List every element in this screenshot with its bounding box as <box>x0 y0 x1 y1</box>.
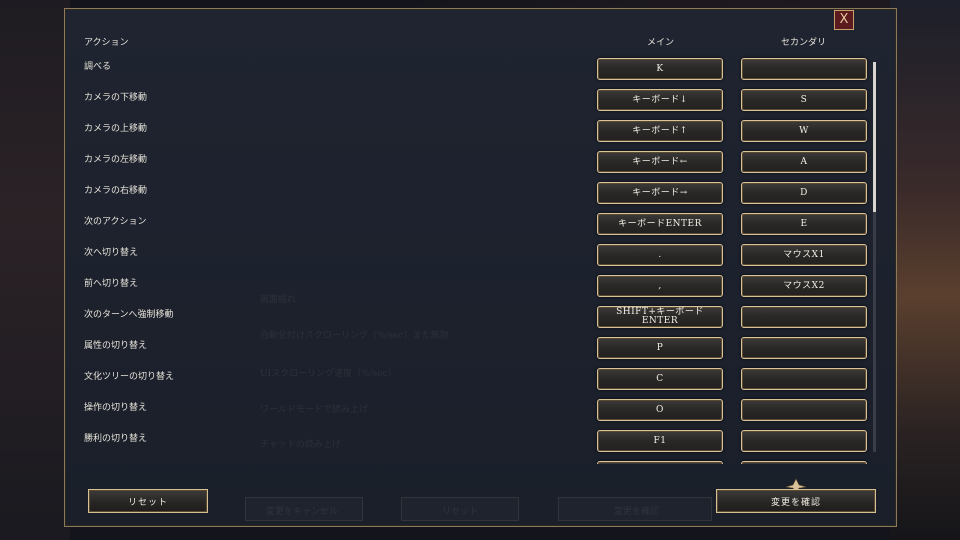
secondary-key-button-label: D <box>800 187 808 198</box>
confirm-changes-button[interactable]: 変更を確認 <box>716 489 876 513</box>
secondary-key-button[interactable] <box>741 461 867 464</box>
reset-button[interactable]: リセット <box>88 489 208 513</box>
main-key-button-label: SHIFT+キーボード ENTER <box>616 307 704 326</box>
main-key-button-label: キーボード← <box>632 156 688 167</box>
main-key-button-label: F1 <box>653 435 667 446</box>
secondary-key-button[interactable] <box>741 306 867 328</box>
main-key-button-label: , <box>658 280 662 291</box>
secondary-key-button[interactable] <box>741 399 867 421</box>
main-key-button[interactable]: P <box>597 337 723 359</box>
main-key-button[interactable] <box>597 461 723 464</box>
action-label: 調べる <box>84 62 112 72</box>
column-header-secondary: セカンダリ <box>781 38 827 48</box>
secondary-key-button[interactable]: W <box>741 120 867 142</box>
main-key-button[interactable]: キーボード↓ <box>597 89 723 111</box>
close-button[interactable]: X <box>834 10 854 30</box>
action-label: 次のターンへ強制移動 <box>84 310 174 320</box>
main-key-button[interactable]: キーボード↑ <box>597 120 723 142</box>
main-key-button-label: K <box>656 63 664 74</box>
ghost-button-label: リセット <box>442 507 479 517</box>
ghost-button-label: 変更をキャンセル <box>266 507 339 517</box>
secondary-key-button[interactable]: E <box>741 213 867 235</box>
main-key-button-label: キーボード→ <box>632 187 688 198</box>
main-key-button-label: O <box>656 404 664 415</box>
main-key-button-label: . <box>658 249 662 260</box>
action-label: 次へ切り替え <box>84 248 139 258</box>
main-key-button-label: キーボードENTER <box>618 218 702 229</box>
secondary-key-button[interactable] <box>741 337 867 359</box>
scrollbar-thumb[interactable] <box>873 62 876 212</box>
main-key-button[interactable]: O <box>597 399 723 421</box>
action-label: 前へ切り替え <box>84 279 139 289</box>
secondary-key-button[interactable] <box>741 58 867 80</box>
main-key-button[interactable]: K <box>597 58 723 80</box>
action-label: 操作の切り替え <box>84 403 148 413</box>
main-key-button-label: C <box>656 373 664 384</box>
action-label: 文化ツリーの切り替え <box>84 372 175 382</box>
secondary-key-button-label: E <box>800 218 808 229</box>
secondary-key-button[interactable]: D <box>741 182 867 204</box>
reset-button-label: リセット <box>127 497 168 508</box>
ghost-cancel-button: 変更をキャンセル <box>245 497 363 521</box>
action-label: カメラの上移動 <box>84 124 148 134</box>
action-label: 属性の切り替え <box>84 341 148 351</box>
secondary-key-button[interactable]: A <box>741 151 867 173</box>
main-key-button[interactable]: . <box>597 244 723 266</box>
background-right <box>890 0 960 540</box>
secondary-key-button[interactable]: S <box>741 89 867 111</box>
column-header-main: メイン <box>647 38 675 48</box>
main-key-button-label: キーボード↑ <box>632 125 688 136</box>
main-key-button-label: P <box>656 342 664 353</box>
action-label: カメラの右移動 <box>84 186 148 196</box>
close-icon: X <box>839 12 849 27</box>
main-key-button[interactable]: キーボード← <box>597 151 723 173</box>
main-key-button-label: キーボード↓ <box>632 94 688 105</box>
confirm-button-label: 変更を確認 <box>770 497 821 508</box>
action-label: 勝利の切り替え <box>84 434 148 444</box>
secondary-key-button-label: S <box>800 94 808 105</box>
main-key-button[interactable]: キーボードENTER <box>597 213 723 235</box>
ghost-reset-button: リセット <box>401 497 519 521</box>
main-key-button[interactable]: SHIFT+キーボード ENTER <box>597 306 723 328</box>
secondary-key-button-label: W <box>799 125 809 136</box>
column-header-action: アクション <box>84 38 129 48</box>
secondary-key-button[interactable] <box>741 368 867 390</box>
background-left <box>0 0 70 540</box>
main-key-button[interactable]: F1 <box>597 430 723 452</box>
main-key-button[interactable]: C <box>597 368 723 390</box>
action-label: カメラの下移動 <box>84 93 148 103</box>
secondary-key-button[interactable]: マウスX1 <box>741 244 867 266</box>
keybinding-list: 調べる K カメラの下移動 キーボード↓ S カメラの上移動 キーボード↑ W カメラの左移動キ… <box>70 50 890 464</box>
action-label: 次のアクション <box>84 217 147 227</box>
main-key-button[interactable]: キーボード→ <box>597 182 723 204</box>
secondary-key-button[interactable] <box>741 430 867 452</box>
secondary-key-button-label: マウスX1 <box>783 249 825 260</box>
action-label: カメラの左移動 <box>84 155 148 165</box>
secondary-key-button-label: マウスX2 <box>783 280 825 291</box>
secondary-key-button[interactable]: マウスX2 <box>741 275 867 297</box>
ghost-confirm-button: 変更を確認 <box>558 497 712 521</box>
secondary-key-button-label: A <box>800 156 808 167</box>
ghost-button-label: 変更を確認 <box>614 507 660 517</box>
main-key-button[interactable]: , <box>597 275 723 297</box>
